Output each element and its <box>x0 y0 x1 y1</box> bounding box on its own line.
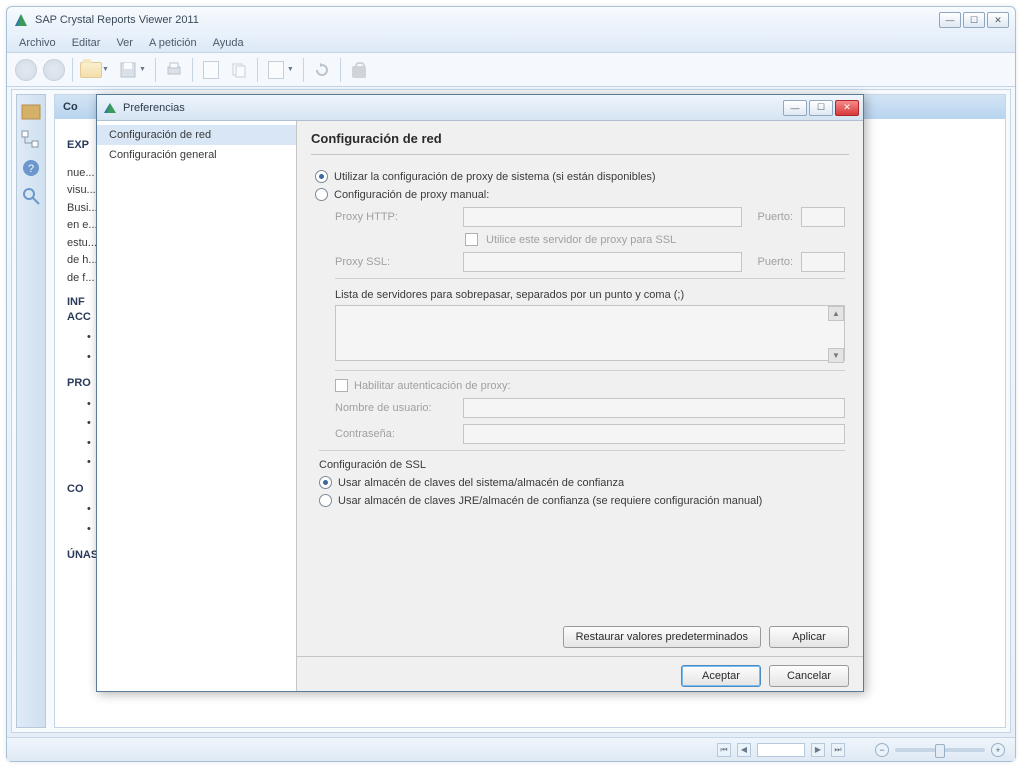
dialog-title: Preferencias <box>123 102 781 114</box>
dialog-main: Configuración de red Utilizar la configu… <box>297 121 863 691</box>
preferences-dialog: Preferencias — ☐ ✕ Configuración de red … <box>96 94 864 692</box>
sidebar-item-network[interactable]: Configuración de red <box>97 125 296 145</box>
tree-icon[interactable] <box>20 129 42 151</box>
statusbar: ⏮ ◀ ▶ ⏭ − + <box>7 737 1015 761</box>
proxy-http-port-input[interactable] <box>801 207 845 227</box>
separator <box>340 58 341 82</box>
sidebar-item-general[interactable]: Configuración general <box>97 145 296 165</box>
svg-text:?: ? <box>28 163 34 175</box>
lock-button[interactable] <box>346 57 372 83</box>
zoom-out-button[interactable]: − <box>875 743 889 757</box>
port-label: Puerto: <box>758 211 793 223</box>
page-setup-button[interactable] <box>263 57 289 83</box>
dialog-sidebar: Configuración de red Configuración gener… <box>97 121 297 691</box>
button-row-ok-cancel: Aceptar Cancelar <box>297 656 863 691</box>
radio-ssl-jre-label: Usar almacén de claves JRE/almacén de co… <box>338 495 762 507</box>
toolbar: ▼ ▼ ▼ <box>7 53 1015 87</box>
zoom-slider[interactable] <box>895 748 985 752</box>
separator <box>319 450 845 451</box>
dialog-icon <box>103 101 117 115</box>
separator <box>311 154 849 155</box>
separator <box>303 58 304 82</box>
dialog-close-button[interactable]: ✕ <box>835 100 859 116</box>
password-input[interactable] <box>463 424 845 444</box>
radio-system-proxy-label: Utilizar la configuración de proxy de si… <box>334 171 656 183</box>
separator <box>257 58 258 82</box>
panel-toggle-icon[interactable] <box>20 101 42 123</box>
port-label: Puerto: <box>758 256 793 268</box>
menu-editar[interactable]: Editar <box>66 35 107 51</box>
dialog-minimize-button[interactable]: — <box>783 100 807 116</box>
close-button[interactable]: ✕ <box>987 12 1009 28</box>
button-row-defaults: Restaurar valores predeterminados Aplica… <box>297 618 863 652</box>
scrollbar[interactable]: ▲▼ <box>828 306 844 363</box>
side-toolbar: ? <box>16 94 46 728</box>
bypass-servers-textarea[interactable] <box>335 305 845 361</box>
nav-forward-button[interactable] <box>41 57 67 83</box>
menu-archivo[interactable]: Archivo <box>13 35 62 51</box>
separator <box>155 58 156 82</box>
search-icon[interactable] <box>20 185 42 207</box>
last-page-button[interactable]: ⏭ <box>831 743 845 757</box>
nav-back-button[interactable] <box>13 57 39 83</box>
dialog-maximize-button[interactable]: ☐ <box>809 100 833 116</box>
next-page-button[interactable]: ▶ <box>811 743 825 757</box>
radio-ssl-system-label: Usar almacén de claves del sistema/almac… <box>338 477 624 489</box>
bypass-label: Lista de servidores para sobrepasar, sep… <box>335 289 845 301</box>
page-number-field[interactable] <box>757 743 805 757</box>
prev-page-button[interactable]: ◀ <box>737 743 751 757</box>
minimize-button[interactable]: — <box>939 12 961 28</box>
copy-button[interactable] <box>226 57 252 83</box>
separator <box>72 58 73 82</box>
help-icon[interactable]: ? <box>20 157 42 179</box>
page-title: Configuración de red <box>297 121 863 154</box>
menu-ayuda[interactable]: Ayuda <box>207 35 250 51</box>
export-button[interactable] <box>198 57 224 83</box>
first-page-button[interactable]: ⏮ <box>717 743 731 757</box>
dialog-titlebar[interactable]: Preferencias — ☐ ✕ <box>97 95 863 121</box>
proxy-ssl-port-input[interactable] <box>801 252 845 272</box>
dialog-content: Utilizar la configuración de proxy de si… <box>297 157 863 618</box>
print-button[interactable] <box>161 57 187 83</box>
cancel-button[interactable]: Cancelar <box>769 665 849 687</box>
menubar: Archivo Editar Ver A petición Ayuda <box>7 33 1015 53</box>
use-for-ssl-label: Utilice este servidor de proxy para SSL <box>486 234 676 246</box>
menu-ver[interactable]: Ver <box>110 35 139 51</box>
ok-button[interactable]: Aceptar <box>681 665 761 687</box>
enable-auth-label: Habilitar autenticación de proxy: <box>354 380 511 392</box>
app-icon <box>13 12 29 28</box>
window-controls: — ☐ ✕ <box>939 12 1009 28</box>
separator <box>335 278 845 279</box>
username-input[interactable] <box>463 398 845 418</box>
radio-manual-proxy-label: Configuración de proxy manual: <box>334 189 489 201</box>
radio-ssl-system[interactable] <box>319 476 332 489</box>
radio-system-proxy[interactable] <box>315 170 328 183</box>
menu-a-peticion[interactable]: A petición <box>143 35 203 51</box>
refresh-button[interactable] <box>309 57 335 83</box>
radio-ssl-jre[interactable] <box>319 494 332 507</box>
proxy-ssl-label: Proxy SSL: <box>335 256 455 268</box>
main-titlebar: SAP Crystal Reports Viewer 2011 — ☐ ✕ <box>7 7 1015 33</box>
proxy-http-label: Proxy HTTP: <box>335 211 455 223</box>
maximize-button[interactable]: ☐ <box>963 12 985 28</box>
dialog-body: Configuración de red Configuración gener… <box>97 121 863 691</box>
password-label: Contraseña: <box>335 428 455 440</box>
restore-defaults-button[interactable]: Restaurar valores predeterminados <box>563 626 761 648</box>
use-for-ssl-checkbox[interactable] <box>465 233 478 246</box>
separator <box>192 58 193 82</box>
proxy-ssl-input[interactable] <box>463 252 742 272</box>
open-folder-button[interactable] <box>78 57 104 83</box>
separator <box>335 370 845 371</box>
username-label: Nombre de usuario: <box>335 402 455 414</box>
window-title: SAP Crystal Reports Viewer 2011 <box>35 14 939 26</box>
apply-button[interactable]: Aplicar <box>769 626 849 648</box>
ssl-group-title: Configuración de SSL <box>319 459 845 471</box>
enable-auth-checkbox[interactable] <box>335 379 348 392</box>
radio-manual-proxy[interactable] <box>315 188 328 201</box>
proxy-http-input[interactable] <box>463 207 742 227</box>
save-button[interactable] <box>115 57 141 83</box>
zoom-in-button[interactable]: + <box>991 743 1005 757</box>
